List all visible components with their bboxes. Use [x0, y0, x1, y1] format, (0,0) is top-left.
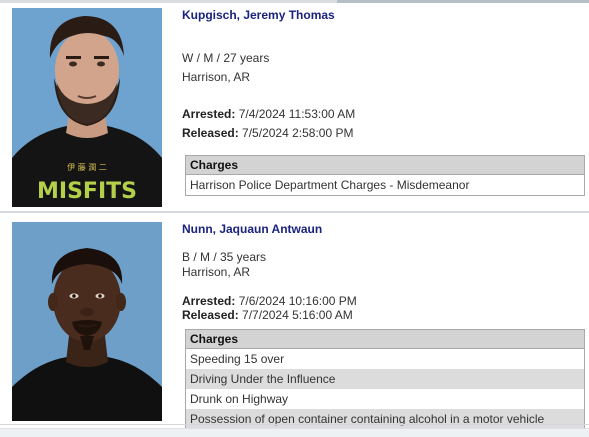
- inmate-demographics: B / M / 35 years: [182, 250, 267, 264]
- released-line: Released: 7/7/2024 5:16:00 AM: [182, 309, 585, 322]
- charges-header: Charges: [186, 156, 584, 175]
- inmate-name[interactable]: Nunn, Jaquaun Antwaun: [182, 222, 585, 236]
- inmate-demographics: W / M / 27 years: [182, 51, 270, 65]
- released-value: 7/5/2024 2:58:00 PM: [242, 126, 354, 140]
- released-value: 7/7/2024 5:16:00 AM: [242, 308, 353, 322]
- shirt-graphic-text: MISFITS: [37, 179, 137, 204]
- record-divider: [0, 424, 589, 425]
- inmate-record: 伊 藤 潤 二 MISFITS Kupgisch, Jeremy Thomas …: [0, 3, 589, 211]
- inmate-info: Nunn, Jaquaun Antwaun B / M / 35 years H…: [182, 222, 585, 430]
- inmate-name[interactable]: Kupgisch, Jeremy Thomas: [182, 8, 585, 22]
- svg-text:伊 藤 潤 二: 伊 藤 潤 二: [67, 162, 107, 172]
- arrested-value: 7/4/2024 11:53:00 AM: [238, 107, 356, 121]
- record-divider: [0, 211, 589, 213]
- charge-row: Harrison Police Department Charges - Mis…: [190, 178, 470, 192]
- mugshot-image: [12, 222, 162, 421]
- released-line: Released: 7/5/2024 2:58:00 PM: [182, 124, 585, 143]
- charge-row: Possession of open container containing …: [186, 409, 584, 429]
- charge-row: Drunk on Highway: [190, 392, 289, 406]
- inmate-location: Harrison, AR: [182, 265, 251, 279]
- inmate-record: Nunn, Jaquaun Antwaun B / M / 35 years H…: [0, 214, 589, 430]
- arrested-value: 7/6/2024 10:16:00 PM: [238, 294, 357, 308]
- inmate-location: Harrison, AR: [182, 70, 251, 84]
- bottom-scroll-area: [0, 428, 589, 437]
- charge-row: Speeding 15 over: [190, 352, 285, 366]
- released-label: Released:: [182, 126, 239, 140]
- arrested-line: Arrested: 7/6/2024 10:16:00 PM: [182, 294, 585, 309]
- released-label: Released:: [182, 308, 239, 322]
- charge-row: Driving Under the Influence: [186, 369, 584, 389]
- mugshot-image: 伊 藤 潤 二 MISFITS: [12, 8, 162, 207]
- charges-table: Charges Speeding 15 over Driving Under t…: [185, 329, 585, 430]
- inmate-info: Kupgisch, Jeremy Thomas W / M / 27 years…: [182, 8, 585, 196]
- charges-table: Charges Harrison Police Department Charg…: [185, 155, 585, 196]
- arrested-line: Arrested: 7/4/2024 11:53:00 AM: [182, 105, 585, 124]
- arrested-label: Arrested:: [182, 294, 236, 308]
- mugshot-photo[interactable]: [12, 222, 162, 421]
- mugshot-photo[interactable]: 伊 藤 潤 二 MISFITS: [12, 8, 162, 207]
- charges-header: Charges: [186, 330, 584, 349]
- arrested-label: Arrested:: [182, 107, 236, 121]
